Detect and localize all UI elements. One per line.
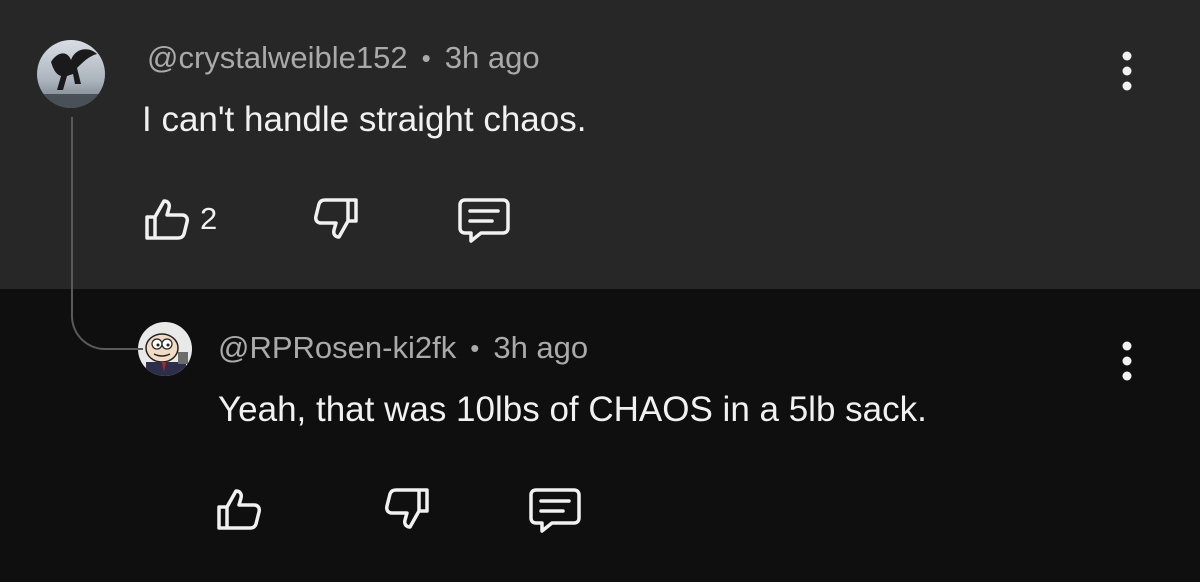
reply-button[interactable]: [528, 487, 582, 533]
more-vert-icon: [1122, 51, 1132, 91]
meta-separator: •: [421, 42, 431, 73]
comment-meta: @RPRosen-ki2fk • 3h ago: [218, 330, 588, 366]
author-handle[interactable]: @RPRosen-ki2fk: [218, 330, 456, 366]
comment-timestamp[interactable]: 3h ago: [493, 330, 588, 366]
pegasus-avatar-image: [37, 40, 105, 108]
reply-button[interactable]: [457, 197, 511, 243]
more-vert-icon: [1122, 341, 1132, 381]
author-avatar[interactable]: [138, 322, 192, 376]
author-handle[interactable]: @crystalweible152: [147, 40, 408, 76]
like-button[interactable]: [216, 487, 272, 531]
more-options-button[interactable]: [1117, 340, 1137, 384]
more-options-button[interactable]: [1117, 50, 1137, 94]
dislike-button[interactable]: [384, 487, 430, 531]
thumbs-down-icon: [314, 198, 358, 239]
comment-text: I can't handle straight chaos.: [142, 100, 587, 139]
cartoon-character-avatar-image: [138, 322, 192, 376]
thread-connector-line: [71, 117, 143, 350]
comment-text: Yeah, that was 10lbs of CHAOS in a 5lb s…: [218, 390, 927, 429]
comment: @crystalweible152 • 3h ago I can't handl…: [0, 0, 1200, 289]
reply-comment: @RPRosen-ki2fk • 3h ago Yeah, that was 1…: [0, 289, 1200, 582]
dislike-button[interactable]: [313, 197, 359, 241]
like-count: 2: [200, 201, 218, 236]
comment-meta: @crystalweible152 • 3h ago: [147, 40, 540, 76]
thumbs-down-icon: [385, 488, 429, 529]
thumbs-up-icon: [217, 489, 261, 530]
thumbs-up-icon: [145, 199, 189, 240]
meta-separator: •: [470, 332, 480, 363]
reply-icon: [458, 198, 510, 243]
like-button[interactable]: 2: [144, 197, 217, 241]
comments-view: @crystalweible152 • 3h ago I can't handl…: [0, 0, 1200, 582]
author-avatar[interactable]: [37, 40, 105, 108]
comment-timestamp[interactable]: 3h ago: [445, 40, 540, 76]
reply-icon: [529, 488, 581, 533]
